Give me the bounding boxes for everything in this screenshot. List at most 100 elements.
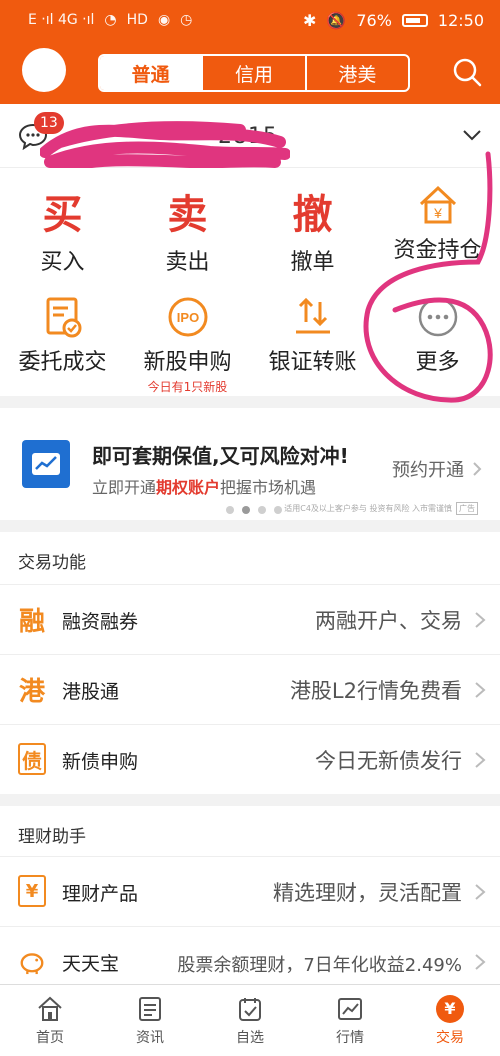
nav-home[interactable]: 首页: [0, 985, 100, 1056]
wealth-products-row[interactable]: ¥ 理财产品 精选理财，灵活配置: [0, 856, 500, 926]
bank-transfer-label: 银证转账: [268, 350, 357, 375]
market-icon: [338, 997, 362, 1020]
banner-title: 即可套期保值,又可风险对冲!: [92, 444, 349, 468]
sell-label: 卖出: [165, 250, 210, 275]
wealth-label: 理财产品: [62, 883, 139, 905]
eye-icon: ◉: [157, 12, 171, 28]
nav-home-label: 首页: [36, 1029, 64, 1046]
bond-icon: 债: [18, 743, 46, 775]
carousel-dots: [226, 506, 282, 514]
nav-watchlist[interactable]: 自选: [200, 985, 300, 1056]
battery-icon: [401, 13, 428, 27]
banner-sub-prefix: 立即开通: [92, 478, 157, 497]
promo-banner[interactable]: 即可套期保值,又可风险对冲! 立即开通期权账户把握市场机遇 预约开通 适用C4及…: [0, 408, 500, 520]
hk-connect-row[interactable]: 港 港股通 港股L2行情免费看: [0, 654, 500, 724]
chevron-right-icon: [475, 752, 486, 768]
status-bar: E ‧ıl 4G ‧ıl ◔ HD ◉ ◷ ✱ 🔕 76% 12:50: [0, 0, 500, 40]
banner-sub-highlight: 期权账户: [156, 478, 221, 497]
home-icon: [38, 996, 62, 1021]
piggy-bank-icon: [20, 953, 44, 975]
buy-label: 买入: [40, 250, 85, 275]
wealth-icon: ¥: [18, 875, 46, 907]
mute-icon: 🔕: [326, 10, 347, 30]
tab-normal[interactable]: 普通: [100, 56, 202, 90]
banner-disclaimer: 适用C4及以上客户参与 投资有风险 入市需谨慎 广告: [284, 502, 478, 515]
margin-right-text: 两融开户、交易: [315, 609, 462, 633]
carousel-dot-active[interactable]: [242, 506, 250, 514]
bank-transfer-button[interactable]: 银证转账: [250, 294, 375, 376]
account-number: 2815: [218, 124, 278, 149]
hk-label: 港股通: [62, 681, 120, 703]
banner-subtitle: 立即开通期权账户把握市场机遇: [92, 474, 316, 498]
bond-right-text: 今日无新债发行: [315, 749, 462, 773]
buy-button[interactable]: 买 买入: [0, 182, 125, 276]
disclaimer-text: 适用C4及以上客户参与 投资有风险 入市需谨慎: [284, 504, 452, 513]
carousel-dot[interactable]: [274, 506, 282, 514]
watchlist-icon: [239, 997, 261, 1021]
chevron-down-icon[interactable]: [462, 128, 482, 142]
bluetooth-icon: ✱: [303, 10, 317, 30]
more-dots-icon: [418, 297, 457, 337]
chevron-right-icon: [475, 954, 486, 970]
funds-positions-label: 资金持仓: [393, 238, 482, 263]
finance-section-title: 理财助手: [18, 827, 86, 847]
margin-trading-row[interactable]: 融 融资融券 两融开户、交易: [0, 584, 500, 654]
ipo-sub-note: 今日有1只新股: [147, 380, 228, 394]
cancel-order-label: 撤单: [290, 250, 335, 275]
chevron-right-icon: [475, 682, 486, 698]
top-bar: E ‧ıl 4G ‧ıl ◔ HD ◉ ◷ ✱ 🔕 76% 12:50 🐭 普通…: [0, 0, 500, 104]
account-selector[interactable]: 13 2815: [0, 104, 500, 168]
svg-text:IPO: IPO: [176, 310, 198, 325]
nav-watchlist-label: 自选: [236, 1029, 264, 1046]
tiantianbao-right-text: 股票余额理财，7日年化收益2.49%: [177, 955, 462, 976]
carousel-dot[interactable]: [226, 506, 234, 514]
svg-text:¥: ¥: [433, 205, 442, 221]
nav-news-label: 资讯: [136, 1029, 164, 1046]
status-signal: E ‧ıl 4G ‧ıl ◔ HD ◉ ◷: [28, 12, 192, 28]
hk-right-text: 港股L2行情免费看: [289, 679, 462, 703]
avatar[interactable]: 🐭: [22, 48, 66, 92]
tiantianbao-label: 天天宝: [62, 953, 120, 975]
signal-text: E ‧ıl 4G ‧ıl: [28, 12, 95, 28]
orders-filled-button[interactable]: 委托成交: [0, 294, 125, 376]
chevron-right-icon: [475, 884, 486, 900]
funds-positions-button[interactable]: ¥ 资金持仓: [375, 182, 500, 264]
tab-hk-us[interactable]: 港美: [304, 56, 408, 90]
document-check-icon: [46, 297, 81, 338]
sell-button[interactable]: 卖 卖出: [125, 182, 250, 276]
more-button[interactable]: 更多: [375, 294, 500, 376]
banner-sub-suffix: 把握市场机遇: [220, 478, 317, 497]
ad-tag: 广告: [456, 502, 478, 515]
tab-credit[interactable]: 信用: [201, 56, 304, 90]
new-bond-row[interactable]: 债 新债申购 今日无新债发行: [0, 724, 500, 794]
chevron-right-icon: [473, 462, 482, 476]
nav-news[interactable]: 资讯: [100, 985, 200, 1056]
more-label: 更多: [415, 350, 460, 375]
orders-filled-label: 委托成交: [18, 350, 107, 375]
action-grid: 买 买入 卖 卖出 撤 撤单 ¥ 资金持仓 委托成交 IPO 新股申购 今日有1…: [0, 168, 500, 396]
nav-trade[interactable]: ¥ 交易: [400, 985, 500, 1056]
ipo-subscribe-label: 新股申购: [143, 350, 232, 375]
margin-icon: 融: [18, 606, 45, 637]
chevron-right-icon: [475, 612, 486, 628]
reserve-open-link[interactable]: 预约开通: [392, 456, 482, 482]
hk-icon: 港: [18, 676, 45, 707]
ipo-subscribe-button[interactable]: IPO 新股申购 今日有1只新股: [125, 294, 250, 395]
cancel-order-icon: 撤: [292, 191, 333, 238]
trade-section-title: 交易功能: [18, 553, 86, 573]
funds-house-icon: ¥: [419, 185, 456, 224]
search-button[interactable]: [450, 55, 484, 89]
cancel-order-button[interactable]: 撤 撤单: [250, 182, 375, 276]
hd-icon: HD: [126, 12, 148, 28]
reserve-open-label: 预约开通: [392, 460, 464, 481]
battery-percent: 76%: [356, 10, 392, 30]
clock-time: 12:50: [437, 10, 484, 30]
message-badge: 13: [34, 112, 64, 134]
carousel-dot[interactable]: [258, 506, 266, 514]
wealth-right-text: 精选理财，灵活配置: [273, 881, 462, 905]
account-type-tabs: 普通 信用 港美: [98, 54, 410, 92]
nav-market[interactable]: 行情: [300, 985, 400, 1056]
ipo-icon: IPO: [168, 297, 207, 337]
buy-icon: 买: [42, 191, 83, 238]
trade-icon: ¥: [436, 994, 464, 1023]
